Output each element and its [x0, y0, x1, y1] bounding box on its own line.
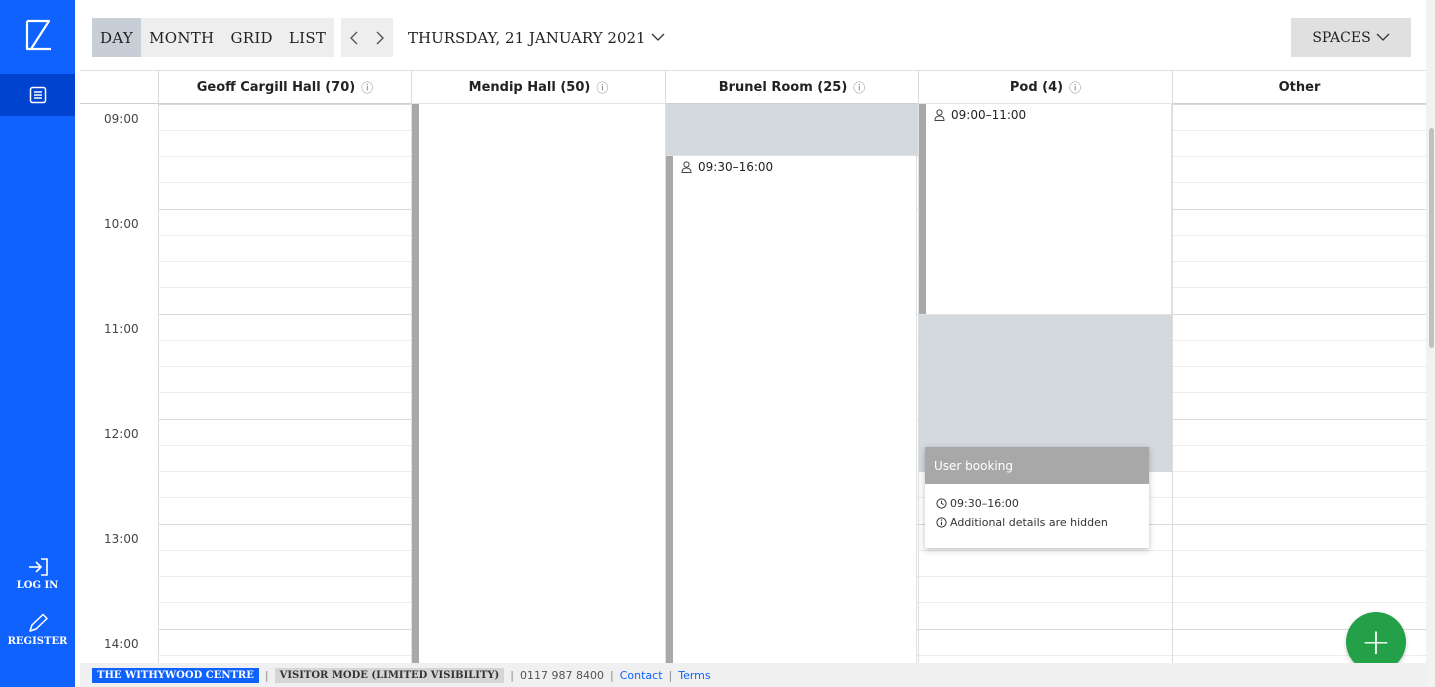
separator: |: [264, 668, 269, 682]
tooltip-time-row: 09:30–16:00: [925, 497, 1149, 510]
scrollbar-thumb[interactable]: [1429, 128, 1434, 348]
pencil-icon: [28, 613, 48, 632]
view-day-button[interactable]: DAY: [92, 18, 142, 57]
column-header-other[interactable]: Other: [1172, 71, 1426, 104]
booking-time: 09:30–16:00: [698, 160, 774, 174]
column-title: Brunel Room (25): [718, 80, 848, 95]
separator: |: [510, 668, 515, 682]
info-icon[interactable]: ⓘ: [361, 79, 373, 96]
info-icon[interactable]: ⓘ: [853, 79, 865, 96]
booking-mendip-hall[interactable]: [412, 104, 665, 663]
day-calendar: Geoff Cargill Hall (70) ⓘ Mendip Hall (5…: [80, 70, 1426, 663]
view-switcher: DAY MONTH GRID LIST: [92, 18, 335, 57]
column-title: Mendip Hall (50): [468, 80, 591, 95]
spaces-dropdown[interactable]: SPACES: [1291, 18, 1411, 57]
chevron-right-icon: [376, 31, 384, 44]
time-label: 09:00: [104, 112, 139, 126]
booking-brunel-room[interactable]: 09:30–16:00: [666, 156, 916, 663]
login-button[interactable]: LOG IN: [0, 557, 75, 591]
column-header-geoff-cargill-hall[interactable]: Geoff Cargill Hall (70) ⓘ: [158, 71, 411, 104]
user-icon: [681, 161, 692, 173]
column-title: Other: [1278, 80, 1321, 95]
contact-link[interactable]: Contact: [620, 669, 663, 682]
tooltip-details: Additional details are hidden: [950, 516, 1108, 529]
column-header-brunel-room[interactable]: Brunel Room (25) ⓘ: [665, 71, 918, 104]
toolbar: DAY MONTH GRID LIST THURSDAY, 21 JANUARY…: [75, 0, 1435, 70]
tooltip-title: User booking: [925, 447, 1149, 484]
footer-bar: THE WITHYWOOD CENTRE | VISITOR MODE (LIM…: [80, 663, 1426, 687]
spaces-label: SPACES: [1312, 29, 1371, 46]
login-label: LOG IN: [16, 580, 59, 591]
user-icon: [934, 109, 945, 121]
prev-day-button[interactable]: [341, 18, 367, 57]
next-day-button[interactable]: [367, 18, 393, 57]
date-nav: [341, 18, 393, 57]
info-icon[interactable]: ⓘ: [1069, 79, 1081, 96]
booking-tooltip: User booking 09:30–16:00 Additional deta…: [925, 447, 1149, 548]
booking-pod[interactable]: 09:00–11:00: [919, 104, 1171, 314]
login-icon: [28, 558, 48, 576]
column-title: Pod (4): [1009, 80, 1064, 95]
column-header-mendip-hall[interactable]: Mendip Hall (50) ⓘ: [411, 71, 665, 104]
date-picker[interactable]: THURSDAY, 21 JANUARY 2021: [408, 18, 665, 57]
register-button[interactable]: REGISTER: [0, 613, 75, 647]
venue-badge: THE WITHYWOOD CENTRE: [92, 667, 259, 683]
view-grid-button[interactable]: GRID: [222, 18, 280, 57]
chevron-left-icon: [350, 31, 358, 44]
date-label: THURSDAY, 21 JANUARY 2021: [408, 28, 646, 47]
tooltip-details-row: Additional details are hidden: [925, 516, 1149, 529]
time-label: 14:00: [104, 637, 139, 651]
time-label: 11:00: [104, 322, 139, 336]
calendar-grid[interactable]: 09:00 10:00 11:00 12:00 13:00 14:00 09:3…: [80, 104, 1426, 663]
view-list-button[interactable]: LIST: [281, 18, 334, 57]
visitor-mode-badge: VISITOR MODE (LIMITED VISIBILITY): [274, 667, 505, 683]
chevron-down-icon: [651, 33, 665, 41]
time-label: 13:00: [104, 532, 139, 546]
tooltip-time: 09:30–16:00: [950, 497, 1019, 510]
sidebar: LOG IN REGISTER: [0, 0, 75, 687]
time-label: 10:00: [104, 217, 139, 231]
separator: |: [610, 668, 614, 682]
unavailable-slot: [666, 104, 918, 156]
column-header-row: Geoff Cargill Hall (70) ⓘ Mendip Hall (5…: [80, 71, 1426, 104]
logo-icon[interactable]: [0, 0, 75, 70]
clock-icon: [936, 498, 947, 509]
view-month-button[interactable]: MONTH: [141, 18, 222, 57]
list-view-icon[interactable]: [0, 74, 75, 116]
booking-time: 09:00–11:00: [951, 108, 1027, 122]
terms-link[interactable]: Terms: [678, 669, 710, 682]
chevron-down-icon: [1376, 33, 1390, 41]
separator: |: [668, 668, 673, 682]
info-icon[interactable]: ⓘ: [596, 79, 608, 96]
column-title: Geoff Cargill Hall (70): [196, 80, 356, 95]
time-label: 12:00: [104, 427, 139, 441]
info-icon: [936, 517, 947, 528]
column-header-pod[interactable]: Pod (4) ⓘ: [918, 71, 1172, 104]
app-root: LOG IN REGISTER DAY MONTH GRID LIST THUR…: [0, 0, 1435, 687]
phone-number: 0117 987 8400: [520, 668, 604, 682]
register-label: REGISTER: [7, 636, 68, 647]
